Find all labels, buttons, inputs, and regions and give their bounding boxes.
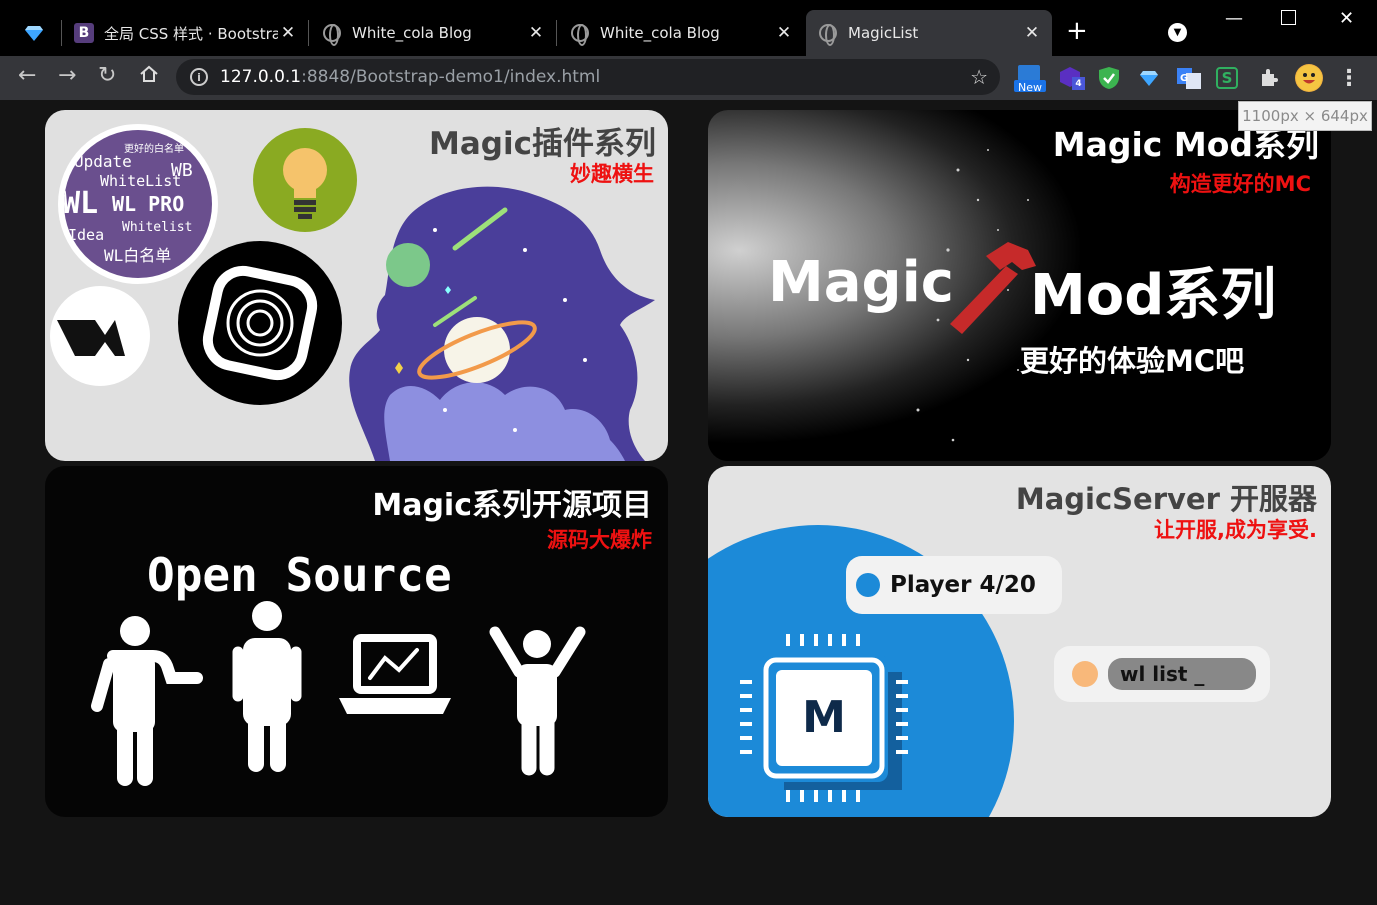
- command-pill: wl list _: [1054, 646, 1270, 702]
- card-subtitle: 构造更好的MC: [1169, 172, 1311, 196]
- s-extension-icon[interactable]: S: [1216, 67, 1238, 89]
- url-path: :8848/Bootstrap-demo1/index.html: [301, 67, 601, 87]
- status-dot-icon: [1072, 661, 1098, 687]
- badge-word: WL白名单: [104, 246, 172, 265]
- avatar-icon[interactable]: [1295, 64, 1323, 92]
- close-tab-icon[interactable]: ✕: [278, 23, 298, 43]
- bootstrap-icon: B: [74, 23, 94, 43]
- tab-title: White_cola Blog: [352, 24, 472, 42]
- forward-icon[interactable]: →: [58, 64, 76, 88]
- status-dot-icon: [856, 573, 880, 597]
- opensource-figures: [91, 601, 586, 786]
- mods-big-left: Magic: [768, 250, 954, 315]
- tab-search-icon[interactable]: ▼: [1168, 23, 1187, 42]
- card-opensource[interactable]: Magic系列开源项目 源码大爆炸 Open Source: [45, 466, 668, 817]
- mods-tagline: 更好的体验MC吧: [1020, 344, 1245, 378]
- close-window-icon[interactable]: ✕: [1339, 8, 1354, 29]
- back-icon[interactable]: ←: [18, 64, 36, 88]
- card-subtitle: 让开服,成为享受.: [1154, 518, 1317, 542]
- site-info-icon[interactable]: i: [190, 68, 208, 86]
- menu-icon[interactable]: ⋮: [1336, 65, 1362, 91]
- tab-bootstrap[interactable]: B 全局 CSS 样式 · Bootstra ✕: [62, 10, 308, 56]
- badge-word: Idea: [68, 226, 105, 244]
- close-tab-icon[interactable]: ✕: [774, 23, 794, 43]
- tab-title: 全局 CSS 样式 · Bootstra: [104, 24, 278, 43]
- minimize-icon[interactable]: —: [1225, 8, 1243, 29]
- extension-new-icon[interactable]: New: [1014, 65, 1046, 94]
- card-subtitle: 妙趣横生: [570, 162, 654, 186]
- card-mods[interactable]: Magic Mod系列 构造更好的MC Magic Mod系列 更好的体验MC吧: [708, 110, 1331, 461]
- tab-separator: [556, 20, 557, 46]
- card-title: Magic插件系列: [429, 126, 656, 162]
- tab-title: White_cola Blog: [600, 24, 720, 42]
- badge-word: 更好的白名单: [124, 144, 184, 155]
- chip-letter: M: [802, 692, 846, 743]
- translate-icon[interactable]: G: [1176, 65, 1202, 91]
- new-tab-icon[interactable]: +: [1066, 18, 1088, 44]
- badge-word: Update: [74, 152, 132, 171]
- card-server[interactable]: MagicServer 开服器 让开服,成为享受. Player 4/20 wl…: [708, 466, 1331, 817]
- globe-icon: [818, 23, 838, 46]
- address-bar[interactable]: i 127.0.0.1:8848/Bootstrap-demo1/index.h…: [176, 59, 1000, 95]
- command-text: wl list _: [1108, 658, 1256, 690]
- player-count: Player 4/20: [890, 572, 1036, 598]
- tab-separator: [308, 20, 309, 46]
- svg-text:G: G: [1180, 73, 1188, 84]
- maximize-icon[interactable]: [1281, 10, 1296, 25]
- url-host: 127.0.0.1: [220, 67, 302, 87]
- badge-word: Whitelist: [122, 220, 193, 235]
- badge-word: WL PRO: [112, 192, 185, 216]
- new-badge: New: [1018, 81, 1042, 94]
- badge-word: WL: [64, 186, 99, 221]
- diamond-ext-icon[interactable]: [1136, 65, 1162, 91]
- browser-toolbar: ← → ↻ i 127.0.0.1:8848/Bootstrap-demo1/i…: [0, 56, 1377, 100]
- tab-magiclist[interactable]: MagicList ✕: [806, 10, 1052, 56]
- extension-cube-icon[interactable]: 4: [1060, 65, 1086, 91]
- tab-blog-2[interactable]: White_cola Blog ✕: [558, 10, 804, 56]
- badge-word: WhiteList: [100, 172, 182, 190]
- close-tab-icon[interactable]: ✕: [1022, 23, 1042, 43]
- globe-icon: [570, 23, 590, 46]
- puzzle-icon[interactable]: [1256, 65, 1282, 91]
- tab-pinned[interactable]: [12, 10, 58, 56]
- diamond-icon: [24, 23, 44, 43]
- whitelist-badge: 更好的白名单 Update WB WhiteList WL WL PRO Ide…: [64, 130, 212, 278]
- tab-blog-1[interactable]: White_cola Blog ✕: [310, 10, 556, 56]
- card-plugins[interactable]: 更好的白名单 Update WB WhiteList WL WL PRO Ide…: [45, 110, 668, 461]
- size-tooltip: 1100px × 644px: [1238, 101, 1372, 131]
- address-url: 127.0.0.1:8848/Bootstrap-demo1/index.htm…: [220, 67, 600, 87]
- card-title: MagicServer 开服器: [1015, 482, 1317, 516]
- mods-big-right: Mod系列: [1030, 263, 1277, 328]
- close-tab-icon[interactable]: ✕: [526, 23, 546, 43]
- shield-icon[interactable]: [1096, 65, 1122, 91]
- extension-count-badge: 4: [1072, 77, 1085, 90]
- reload-icon[interactable]: ↻: [98, 64, 116, 88]
- player-pill: Player 4/20: [846, 556, 1062, 614]
- tab-strip: B 全局 CSS 样式 · Bootstra ✕ White_cola Blog…: [0, 0, 1377, 56]
- bookmark-star-icon[interactable]: ☆: [970, 65, 988, 89]
- home-icon[interactable]: [139, 64, 159, 90]
- globe-icon: [322, 23, 342, 46]
- tab-title: MagicList: [848, 24, 919, 42]
